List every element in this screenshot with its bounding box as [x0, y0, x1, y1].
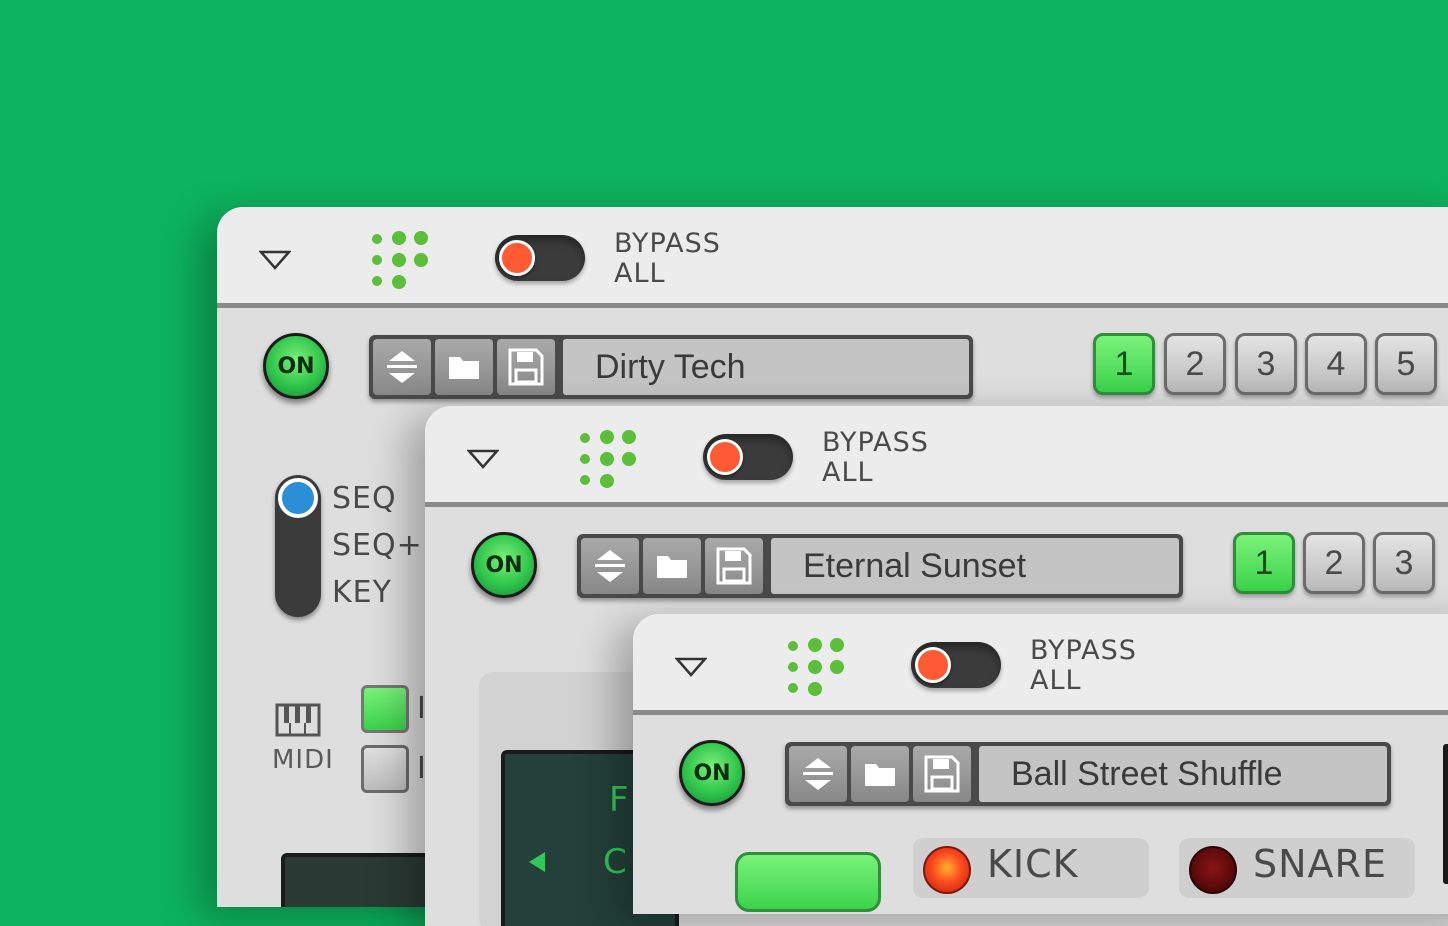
slot-button-4[interactable]: 4 [1305, 333, 1367, 395]
preset-prev-next-button[interactable] [373, 339, 431, 395]
midi-label: MIDI [272, 745, 334, 775]
on-button[interactable]: ON [263, 333, 329, 399]
open-preset-button[interactable] [435, 339, 493, 395]
slot-button-2[interactable]: 2 [1164, 333, 1226, 395]
on-label: ON [277, 353, 315, 379]
up-down-arrows-icon [387, 351, 417, 383]
mode-switch[interactable] [275, 475, 321, 617]
slot-button-1[interactable]: 1 [1093, 333, 1155, 395]
save-floppy-icon [508, 348, 544, 386]
menu-triangle-icon[interactable] [467, 448, 499, 470]
midi-keyboard-icon [275, 703, 321, 737]
logo-dots-icon [788, 638, 844, 696]
open-preset-button[interactable] [643, 538, 701, 594]
save-preset-button[interactable] [705, 538, 763, 594]
preset-bar: Ball Street Shuffle [785, 742, 1391, 806]
save-floppy-icon [716, 547, 752, 585]
device-panel-ball-street-shuffle: BYPASS ALL ON Ball Street Shuffle KICK S… [633, 614, 1448, 914]
on-label: ON [693, 760, 731, 786]
bypass-all-toggle[interactable] [495, 235, 585, 281]
channel-snare[interactable]: SNARE [1179, 838, 1415, 898]
slot-button-2[interactable]: 2 [1303, 532, 1365, 594]
mode-switch-knob [278, 478, 318, 518]
on-button[interactable]: ON [471, 532, 537, 598]
panel-header: BYPASS ALL [217, 207, 1448, 303]
midi-option-off[interactable] [361, 745, 409, 793]
snare-indicator-led [1189, 846, 1237, 894]
folder-icon [865, 764, 895, 786]
save-floppy-icon [924, 755, 960, 793]
open-preset-button[interactable] [851, 746, 909, 802]
kick-label: KICK [987, 842, 1079, 886]
bypass-all-toggle[interactable] [703, 434, 793, 480]
slot-button-1[interactable]: 1 [1233, 532, 1295, 594]
folder-icon [449, 357, 479, 379]
kick-indicator-led [923, 846, 971, 894]
panel-edge-element [1443, 744, 1448, 884]
panel-header: BYPASS ALL [425, 406, 1448, 502]
slot-button-5[interactable]: 5 [1375, 333, 1437, 395]
logo-dots-icon [580, 430, 636, 488]
snare-label: SNARE [1253, 842, 1387, 886]
menu-triangle-icon[interactable] [675, 656, 707, 678]
slot-button-3[interactable]: 3 [1235, 333, 1297, 395]
preset-prev-next-button[interactable] [789, 746, 847, 802]
display-text: F [609, 780, 629, 820]
bypass-all-toggle[interactable] [911, 642, 1001, 688]
on-label: ON [485, 552, 523, 578]
menu-triangle-icon[interactable] [259, 249, 291, 271]
bypass-all-label: BYPASS ALL [1030, 635, 1137, 696]
panel-header: BYPASS ALL [633, 614, 1448, 710]
up-down-arrows-icon [803, 758, 833, 790]
toggle-knob [915, 647, 951, 683]
save-preset-button[interactable] [497, 339, 555, 395]
channel-kick[interactable]: KICK [913, 838, 1149, 898]
green-pad-button[interactable] [735, 852, 881, 912]
save-preset-button[interactable] [913, 746, 971, 802]
slot-button-3[interactable]: 3 [1373, 532, 1435, 594]
mode-option-seq[interactable]: SEQ [332, 481, 397, 516]
display-text: C [603, 842, 627, 882]
toggle-knob [707, 439, 743, 475]
midi-option-on[interactable] [361, 685, 409, 733]
preset-bar: Eternal Sunset [577, 534, 1183, 598]
preset-name-field[interactable]: Ball Street Shuffle [979, 746, 1387, 802]
preset-name-field[interactable]: Dirty Tech [563, 339, 969, 395]
bypass-all-label: BYPASS ALL [822, 427, 929, 488]
preset-bar: Dirty Tech [369, 335, 973, 399]
mode-option-key[interactable]: KEY [332, 575, 392, 610]
bypass-all-label: BYPASS ALL [614, 228, 721, 289]
logo-dots-icon [372, 231, 428, 289]
folder-icon [657, 556, 687, 578]
on-button[interactable]: ON [679, 740, 745, 806]
preset-name-field[interactable]: Eternal Sunset [771, 538, 1179, 594]
up-down-arrows-icon [595, 550, 625, 582]
preset-prev-next-button[interactable] [581, 538, 639, 594]
display-left-arrow-icon[interactable] [529, 852, 545, 872]
toggle-knob [499, 240, 535, 276]
